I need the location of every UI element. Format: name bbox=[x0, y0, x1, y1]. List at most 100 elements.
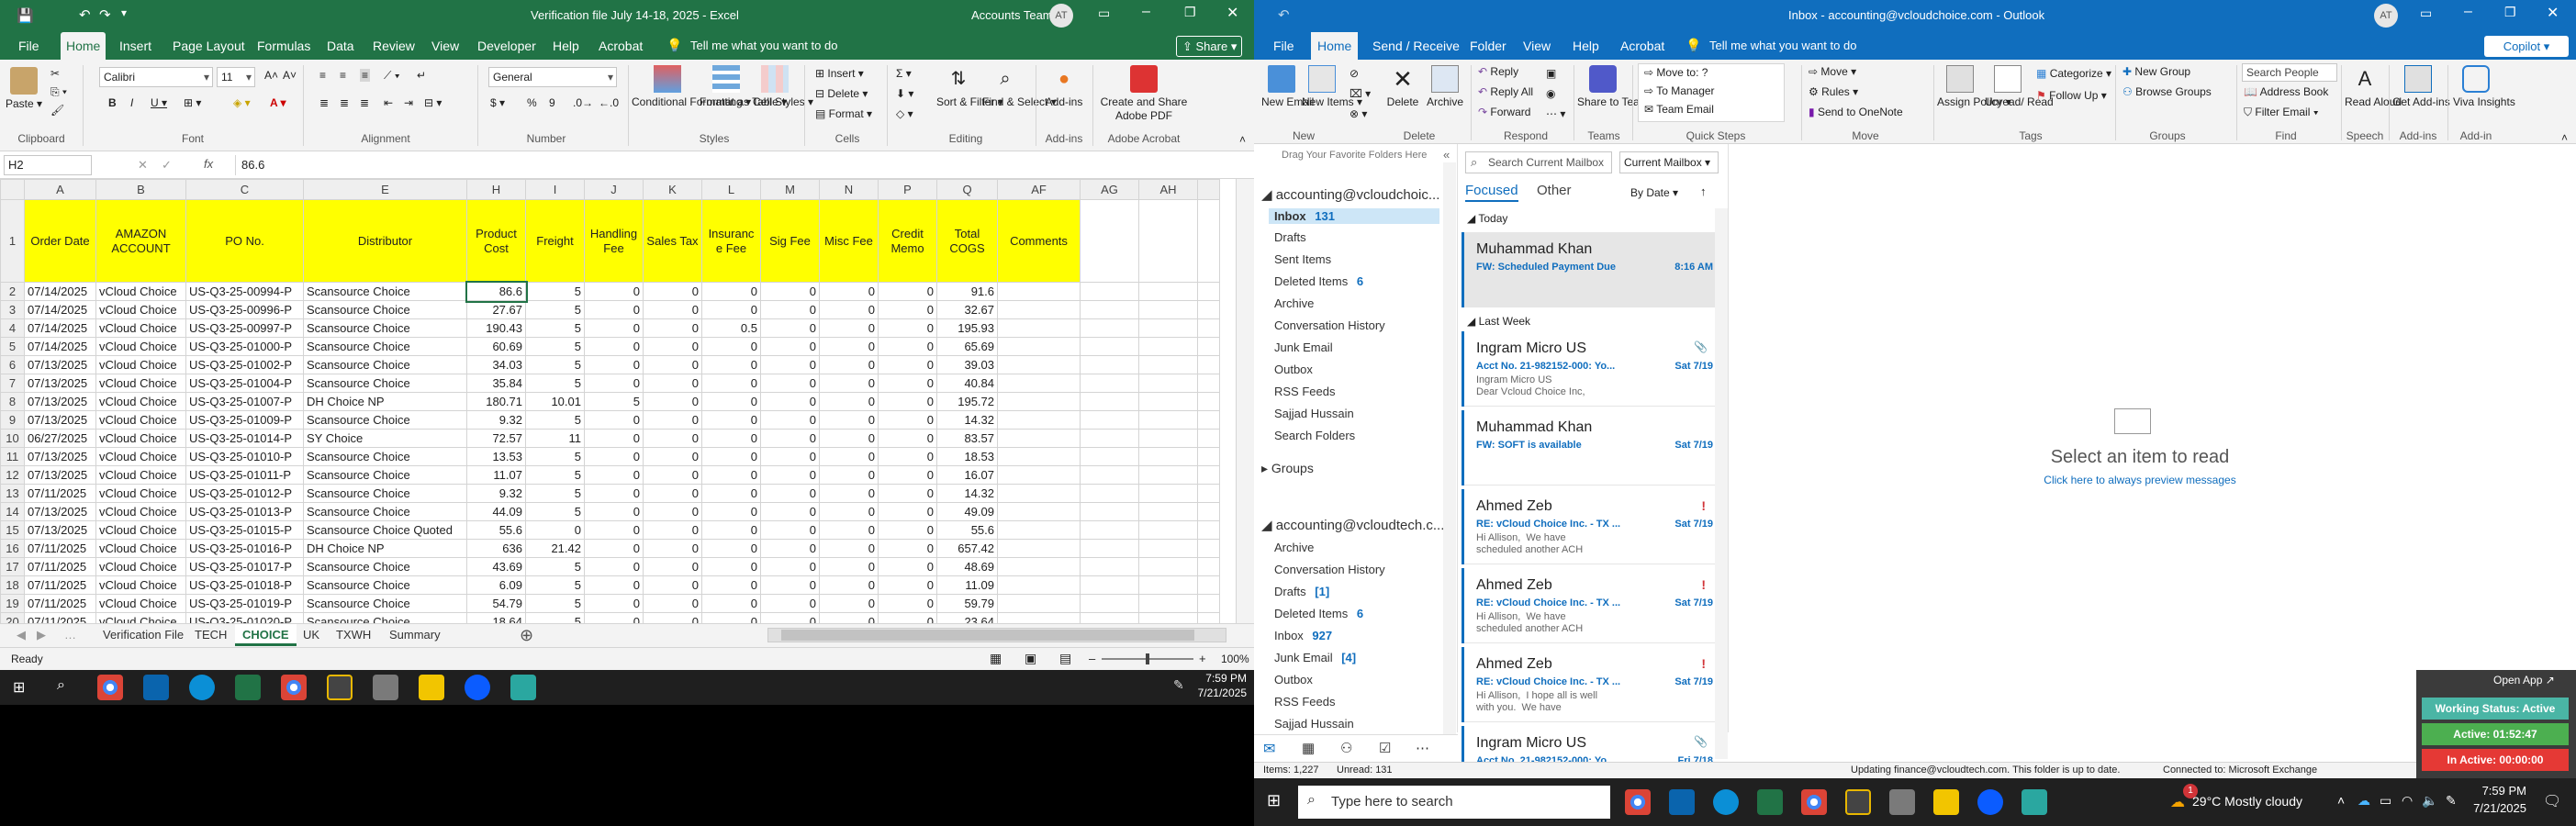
archive-button[interactable]: Archive bbox=[1423, 65, 1467, 109]
cell[interactable]: 07/13/2025 bbox=[24, 465, 96, 485]
cell[interactable]: 0 bbox=[819, 337, 879, 356]
redo-icon[interactable]: ↷ bbox=[99, 6, 111, 23]
minimize-icon[interactable]: – bbox=[1142, 4, 1150, 20]
cell[interactable]: 0 bbox=[643, 447, 702, 466]
cell[interactable]: Scansource Choice bbox=[303, 575, 467, 595]
sort-direction-icon[interactable]: ↑ bbox=[1700, 184, 1707, 198]
font-size-select[interactable]: 11 bbox=[217, 67, 255, 87]
cell[interactable]: 6.09 bbox=[466, 575, 526, 595]
tab-acrobat[interactable]: Acrobat bbox=[593, 32, 648, 60]
cell[interactable] bbox=[997, 392, 1081, 411]
header-cell[interactable]: Insuranc e Fee bbox=[701, 199, 761, 283]
decrease-font-icon[interactable]: A˅ bbox=[283, 69, 297, 82]
undo-icon[interactable]: ↶ bbox=[79, 6, 91, 23]
cell[interactable] bbox=[1080, 575, 1139, 595]
folder-item[interactable]: RSS Feeds bbox=[1274, 385, 1335, 398]
cell[interactable]: 0 bbox=[643, 355, 702, 374]
cell[interactable]: 23.64 bbox=[936, 612, 998, 623]
cell[interactable]: 0 bbox=[878, 337, 937, 356]
cell[interactable]: 0 bbox=[819, 557, 879, 576]
enter-icon[interactable]: ✓ bbox=[162, 158, 172, 173]
cell[interactable] bbox=[1138, 337, 1198, 356]
cell[interactable]: 60.69 bbox=[466, 337, 526, 356]
cell[interactable]: 0 bbox=[643, 318, 702, 338]
cleanup-icon[interactable]: ⌧ ▾ bbox=[1350, 87, 1371, 100]
outlook-icon[interactable] bbox=[143, 675, 169, 700]
cell[interactable]: 11.09 bbox=[936, 575, 998, 595]
row-header[interactable]: 1 bbox=[0, 199, 25, 283]
cell[interactable]: 07/13/2025 bbox=[24, 374, 96, 393]
page-layout-view-icon[interactable]: ▣ bbox=[1025, 651, 1036, 666]
cell[interactable]: vCloud Choice bbox=[95, 557, 186, 576]
cell[interactable]: 21.42 bbox=[525, 539, 585, 558]
row-header[interactable]: 16 bbox=[0, 539, 25, 558]
cell[interactable]: vCloud Choice bbox=[95, 465, 186, 485]
cell[interactable]: 5 bbox=[525, 594, 585, 613]
cell[interactable]: 13.53 bbox=[466, 447, 526, 466]
share-button[interactable]: ⇪ Share ▾ bbox=[1176, 36, 1242, 57]
assign-policy-button[interactable]: Assign Policy ▾ bbox=[1937, 65, 2011, 109]
cell[interactable]: 0 bbox=[878, 539, 937, 558]
avatar[interactable]: AT bbox=[2374, 4, 2398, 28]
cell[interactable] bbox=[1138, 318, 1198, 338]
cell[interactable]: 07/14/2025 bbox=[24, 300, 96, 319]
cell[interactable]: 0 bbox=[643, 612, 702, 623]
folder-item[interactable]: Conversation History bbox=[1274, 563, 1385, 576]
close-icon[interactable]: ✕ bbox=[2547, 4, 2559, 22]
cell[interactable]: US-Q3-25-00997-P bbox=[185, 318, 304, 338]
cell[interactable]: 0 bbox=[878, 575, 937, 595]
row-header[interactable]: 3 bbox=[0, 300, 25, 319]
cell[interactable]: 0 bbox=[643, 575, 702, 595]
cell[interactable] bbox=[1138, 502, 1198, 521]
windows-start-icon[interactable]: ⊞ bbox=[1267, 791, 1281, 810]
open-app-button[interactable]: Open App ↗ bbox=[2493, 674, 2555, 686]
cell[interactable]: 07/13/2025 bbox=[24, 520, 96, 540]
create-pdf-button[interactable]: Create and Share Adobe PDF bbox=[1098, 65, 1190, 123]
forward-button[interactable]: ↷ Forward bbox=[1478, 106, 1530, 118]
tab-file[interactable]: File bbox=[1267, 32, 1301, 60]
sort-select[interactable]: By Date ▾ bbox=[1630, 186, 1678, 199]
zoom-out-icon[interactable]: – bbox=[1089, 652, 1095, 665]
cell[interactable]: 83.57 bbox=[936, 429, 998, 448]
cell[interactable] bbox=[1138, 594, 1198, 613]
header-cell[interactable]: Product Cost bbox=[466, 199, 526, 283]
cell[interactable]: US-Q3-25-01019-P bbox=[185, 594, 304, 613]
cell[interactable]: 07/11/2025 bbox=[24, 557, 96, 576]
cell[interactable] bbox=[1080, 429, 1139, 448]
row-header[interactable]: 5 bbox=[0, 337, 25, 356]
cell[interactable]: 0 bbox=[701, 612, 761, 623]
header-cell[interactable]: Distributor bbox=[303, 199, 467, 283]
cell[interactable] bbox=[1080, 594, 1139, 613]
cell[interactable]: 0 bbox=[819, 539, 879, 558]
cell[interactable]: 0 bbox=[760, 484, 820, 503]
cell[interactable]: 0 bbox=[701, 557, 761, 576]
cell[interactable] bbox=[1080, 355, 1139, 374]
vertical-scrollbar[interactable] bbox=[1236, 179, 1254, 623]
cell[interactable] bbox=[1197, 539, 1220, 558]
cell[interactable] bbox=[1138, 465, 1198, 485]
cell[interactable]: 49.09 bbox=[936, 502, 998, 521]
cell[interactable]: 06/27/2025 bbox=[24, 429, 96, 448]
cell[interactable] bbox=[1197, 300, 1220, 319]
cell[interactable]: 0 bbox=[760, 520, 820, 540]
tab-view[interactable]: View bbox=[1517, 32, 1557, 60]
notifications-icon[interactable]: 🗨 bbox=[2543, 792, 2561, 810]
cell[interactable]: vCloud Choice bbox=[95, 447, 186, 466]
move-button[interactable]: ⇨ Move ▾ bbox=[1809, 65, 1856, 78]
cell[interactable]: 0 bbox=[819, 502, 879, 521]
zoom-icon[interactable] bbox=[1977, 789, 2003, 815]
cell[interactable]: US-Q3-25-01013-P bbox=[185, 502, 304, 521]
cell[interactable] bbox=[1197, 337, 1220, 356]
cell[interactable] bbox=[1080, 410, 1139, 430]
row-header[interactable]: 14 bbox=[0, 502, 25, 521]
cell[interactable]: SY Choice bbox=[303, 429, 467, 448]
message-scrollbar[interactable] bbox=[1715, 208, 1728, 759]
cell[interactable]: Scansource Choice bbox=[303, 465, 467, 485]
cell[interactable]: US-Q3-25-01011-P bbox=[185, 465, 304, 485]
cell[interactable]: US-Q3-25-01002-P bbox=[185, 355, 304, 374]
folder-item[interactable]: Drafts bbox=[1274, 230, 1306, 244]
folder-item[interactable]: RSS Feeds bbox=[1274, 695, 1335, 709]
column-header[interactable]: A bbox=[24, 179, 96, 200]
cell[interactable] bbox=[997, 447, 1081, 466]
cell[interactable]: 91.6 bbox=[936, 282, 998, 301]
